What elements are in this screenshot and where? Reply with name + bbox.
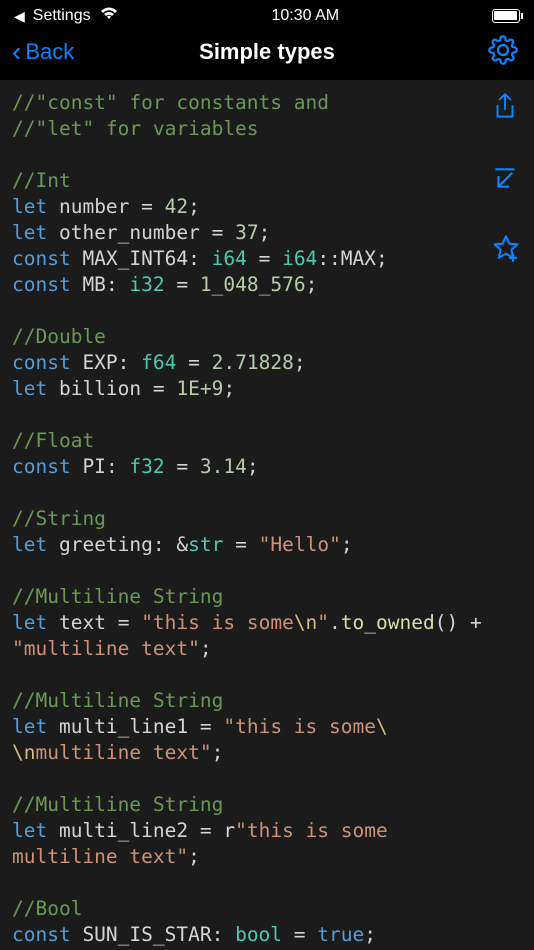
code-line: let greeting: &str = "Hello"; bbox=[12, 532, 522, 558]
code-line: //String bbox=[12, 506, 522, 532]
code-line: let text = "this is some\n".to_owned() + bbox=[12, 610, 522, 636]
code-line: let multi_line1 = "this is some\ bbox=[12, 714, 522, 740]
share-icon bbox=[492, 92, 518, 122]
code-line: \nmultiline text"; bbox=[12, 740, 522, 766]
download-button[interactable] bbox=[492, 165, 520, 198]
code-line: //Int bbox=[12, 168, 522, 194]
code-line: const PI: f32 = 3.14; bbox=[12, 454, 522, 480]
back-button[interactable]: ‹ Back bbox=[12, 38, 74, 66]
code-line: let number = 42; bbox=[12, 194, 522, 220]
battery-icon bbox=[492, 9, 520, 23]
code-line: //"let" for variables bbox=[12, 116, 522, 142]
code-line: const SUN_IS_STAR: bool = true; bbox=[12, 922, 522, 948]
wifi-icon bbox=[99, 6, 119, 26]
share-button[interactable] bbox=[492, 92, 520, 129]
side-actions bbox=[492, 92, 520, 269]
back-label: Back bbox=[25, 39, 74, 65]
back-to-app-caret: ◀ bbox=[14, 8, 25, 25]
code-line: multiline text"; bbox=[12, 844, 522, 870]
status-left: ◀ Settings bbox=[14, 6, 119, 26]
page-title: Simple types bbox=[199, 39, 335, 65]
back-to-app-label[interactable]: Settings bbox=[33, 7, 91, 25]
code-line: let multi_line2 = r"this is some bbox=[12, 818, 522, 844]
code-line: let other_number = 37; bbox=[12, 220, 522, 246]
code-line: //Multiline String bbox=[12, 688, 522, 714]
status-time: 10:30 AM bbox=[271, 7, 339, 25]
code-line: //Bool bbox=[12, 896, 522, 922]
code-line: const EXP: f64 = 2.71828; bbox=[12, 350, 522, 376]
code-line: let billion = 1E+9; bbox=[12, 376, 522, 402]
chevron-left-icon: ‹ bbox=[12, 38, 21, 66]
code-content[interactable]: //"const" for constants and //"let" for … bbox=[0, 80, 534, 950]
star-add-icon bbox=[492, 234, 520, 262]
code-line: "multiline text"; bbox=[12, 636, 522, 662]
gear-icon bbox=[488, 35, 518, 65]
nav-bar: ‹ Back Simple types bbox=[0, 28, 534, 80]
code-line: const MAX_INT64: i64 = i64::MAX; bbox=[12, 246, 522, 272]
favorite-button[interactable] bbox=[492, 234, 520, 269]
download-arrow-icon bbox=[492, 165, 518, 191]
settings-button[interactable] bbox=[488, 35, 518, 70]
code-line: //"const" for constants and bbox=[12, 90, 522, 116]
code-line: //Multiline String bbox=[12, 584, 522, 610]
code-line: //Multiline String bbox=[12, 792, 522, 818]
code-line: const MB: i32 = 1_048_576; bbox=[12, 272, 522, 298]
code-line: //Double bbox=[12, 324, 522, 350]
code-line: //Float bbox=[12, 428, 522, 454]
status-bar: ◀ Settings 10:30 AM bbox=[0, 0, 534, 28]
status-right bbox=[492, 9, 520, 23]
